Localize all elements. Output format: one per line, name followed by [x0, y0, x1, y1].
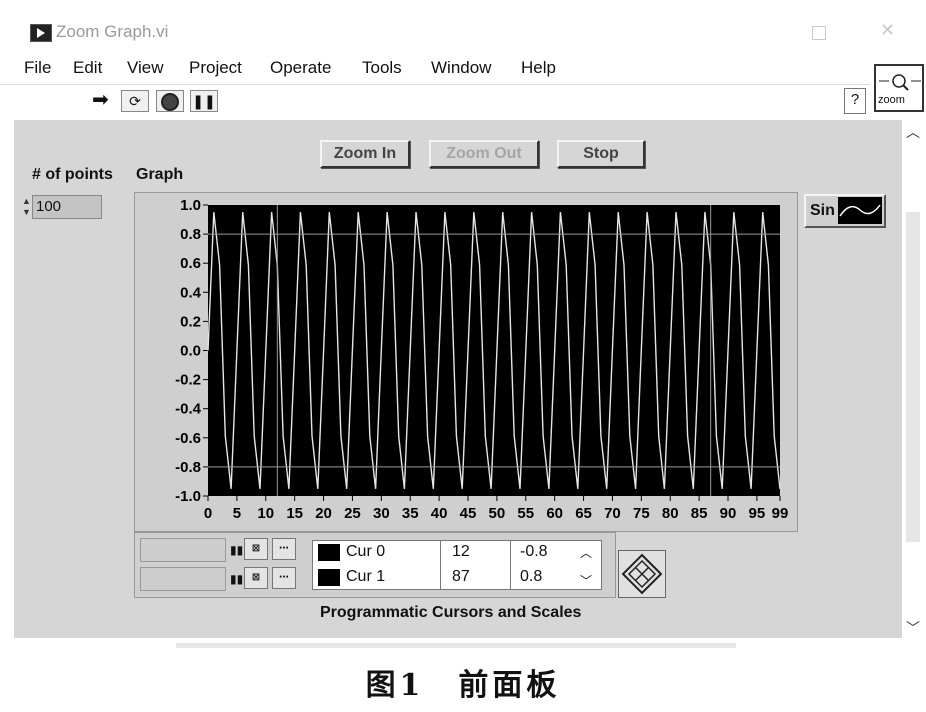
waveform-plot[interactable]: 1.0 0.8 0.6 0.4 0.2 0.0 -0.2 -0.4 -0.6 -0.8 -1.00 5…	[134, 192, 798, 532]
cursor-0-swatch-icon[interactable]	[318, 544, 340, 561]
close-icon[interactable]: ✕	[880, 20, 895, 41]
menu-view[interactable]: View	[127, 58, 164, 78]
x-tick-label: 5	[233, 505, 241, 522]
y-tick-label: 1.0	[180, 197, 201, 214]
cursor-palette-title: Programmatic Cursors and Scales	[320, 604, 582, 621]
y-tick-label: -0.2	[175, 372, 201, 389]
cursor-1-x[interactable]: 87	[452, 568, 470, 586]
legend-sine-icon	[838, 197, 882, 224]
legend-plot-name: Sin	[810, 202, 835, 219]
labview-vi-icon	[30, 24, 52, 42]
x-tick-label: 55	[517, 505, 534, 522]
y-scale-lock-icon[interactable]: ▮▮	[230, 569, 243, 589]
run-arrow-icon[interactable]: ➡	[92, 90, 109, 112]
window-title: Zoom Graph.vi	[56, 22, 169, 41]
x-tick-label: 30	[373, 505, 390, 522]
x-tick-label: 35	[402, 505, 419, 522]
x-tick-label: 40	[431, 505, 448, 522]
x-scale-format-field[interactable]	[140, 538, 226, 562]
x-tick-label: 75	[633, 505, 650, 522]
cursor-1-name[interactable]: Cur 1	[346, 568, 385, 586]
x-tick-label: 80	[662, 505, 679, 522]
x-autoscale-icon[interactable]: ⊠	[244, 538, 268, 560]
pause-icon[interactable]: ❚❚	[190, 90, 218, 112]
menu-operate[interactable]: Operate	[270, 58, 331, 78]
y-tick-label: 0.2	[180, 313, 201, 330]
zoom-in-button[interactable]: Zoom In	[320, 140, 410, 168]
y-tick-label: 0.8	[180, 226, 201, 243]
y-scale-format-field[interactable]	[140, 567, 226, 591]
column-divider	[510, 540, 511, 590]
y-tick-label: -1.0	[175, 488, 201, 505]
vertical-scroll-thumb[interactable]	[906, 212, 920, 542]
horizontal-scrollbar[interactable]	[176, 643, 736, 648]
menu-project[interactable]: Project	[189, 58, 242, 78]
help-icon[interactable]: ?	[844, 88, 866, 114]
x-format-icon[interactable]: ⋯	[272, 538, 296, 560]
abort-execution-icon[interactable]	[156, 90, 184, 112]
cursor-0-x[interactable]: 12	[452, 543, 470, 561]
zoom-out-button[interactable]: Zoom Out	[429, 140, 539, 168]
x-tick-label: 0	[204, 505, 212, 522]
x-tick-label: 85	[691, 505, 708, 522]
y-tick-label: 0.4	[180, 284, 202, 301]
column-divider	[440, 540, 441, 590]
cursor-0-name[interactable]: Cur 0	[346, 543, 385, 561]
cursor-move-icon[interactable]	[618, 550, 666, 598]
y-autoscale-icon[interactable]: ⊠	[244, 567, 268, 589]
x-tick-label: 10	[257, 505, 274, 522]
x-tick-label: 95	[749, 505, 766, 522]
table-scroll-down-icon[interactable]: ﹀	[580, 572, 592, 589]
x-tick-label: 25	[344, 505, 361, 522]
menu-window[interactable]: Window	[431, 58, 491, 78]
y-tick-label: -0.6	[175, 430, 201, 447]
x-tick-label: 70	[604, 505, 621, 522]
x-tick-label: 45	[460, 505, 477, 522]
x-tick-label: 15	[286, 505, 303, 522]
stop-button[interactable]: Stop	[557, 140, 645, 168]
graph-label: Graph	[136, 166, 184, 183]
menu-help[interactable]: Help	[521, 58, 556, 78]
points-label: # of points	[32, 166, 113, 183]
y-tick-label: 0.0	[180, 343, 201, 360]
x-tick-label: 90	[720, 505, 737, 522]
menu-file[interactable]: File	[24, 58, 51, 78]
menu-edit[interactable]: Edit	[73, 58, 102, 78]
x-tick-label: 60	[546, 505, 563, 522]
x-tick-label: 65	[575, 505, 592, 522]
menu-tools[interactable]: Tools	[362, 58, 402, 78]
run-continuously-icon[interactable]: ⟳	[121, 90, 149, 112]
table-scroll-up-icon[interactable]: ︿	[580, 544, 592, 561]
scroll-up-icon[interactable]: ︿	[906, 122, 920, 142]
x-scale-lock-icon[interactable]: ▮▮	[230, 540, 243, 560]
cursor-1-y[interactable]: 0.8	[520, 568, 542, 586]
x-tick-label: 99	[772, 505, 789, 522]
points-numeric-control[interactable]: 100	[32, 195, 102, 219]
y-tick-label: -0.4	[175, 401, 202, 418]
x-tick-label: 50	[489, 505, 506, 522]
x-tick-label: 20	[315, 505, 332, 522]
y-format-icon[interactable]: ⋯	[272, 567, 296, 589]
y-tick-label: -0.8	[175, 459, 201, 476]
maximize-icon[interactable]	[812, 26, 826, 40]
zoom-vi-icon-label: zoom	[878, 94, 905, 106]
increment-arrows-icon[interactable]: ▲ ▼	[22, 196, 31, 218]
cursor-1-swatch-icon[interactable]	[318, 569, 340, 586]
cursor-0-y[interactable]: -0.8	[520, 543, 548, 561]
y-tick-label: 0.6	[180, 255, 201, 272]
scroll-down-icon[interactable]: ﹀	[906, 618, 920, 638]
figure-caption: 图1 前面板	[365, 668, 561, 703]
